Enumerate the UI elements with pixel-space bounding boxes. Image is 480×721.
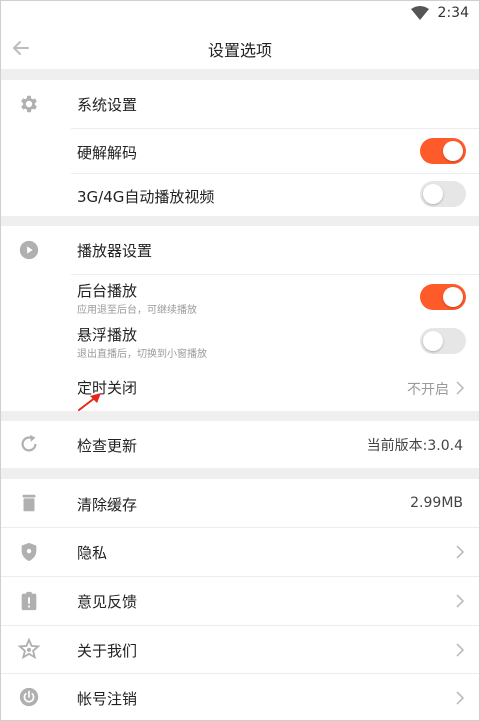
status-time: 2:34 [437,5,469,21]
feedback-label: 意见反馈 [77,593,138,611]
cache-size-value: 2.99MB [410,495,463,511]
trash-icon [22,494,36,512]
about-us-label: 关于我们 [77,642,138,660]
background-play-desc: 应用退至后台，可继续播放 [77,305,197,316]
refresh-icon [21,434,37,452]
settings-screen: 2:34 设置选项 系统设置 硬解解码 3G/4G自动播放视频 播放器设置 后台 [0,0,480,721]
status-bar: 2:34 [1,1,479,27]
section-gap [1,411,479,421]
toggle-knob [443,287,463,307]
feedback-clipboard-icon [21,591,37,611]
check-update-row[interactable]: 检查更新 当前版本:3.0.4 [1,421,479,468]
privacy-row[interactable]: 隐私 [1,528,479,576]
float-play-label: 悬浮播放 [77,326,138,344]
auto-play-toggle[interactable] [420,181,466,207]
float-play-desc: 退出直播后，切换到小窗播放 [77,349,207,360]
app-bar: 设置选项 [1,27,479,69]
chevron-right-icon [456,381,465,395]
play-circle-icon [19,240,39,260]
clear-cache-row[interactable]: 清除缓存 2.99MB [1,479,479,527]
shield-icon [21,542,37,562]
background-play-label: 后台播放 [77,282,138,300]
about-us-row[interactable]: 关于我们 [1,626,479,673]
toggle-knob [423,184,443,204]
account-cancel-label: 帐号注销 [77,690,138,708]
auto-play-label: 3G/4G自动播放视频 [77,188,215,206]
account-cancel-row[interactable]: 帐号注销 [1,674,479,720]
timer-close-value: 不开启 [407,382,449,398]
toggle-knob [443,141,463,161]
chevron-right-icon [456,545,465,559]
power-icon [19,687,39,707]
timer-close-row[interactable]: 定时关闭 不开启 [1,365,479,411]
chevron-right-icon [456,643,465,657]
toggle-knob [423,331,443,351]
player-settings-header: 播放器设置 [1,226,479,274]
float-play-toggle[interactable] [420,328,466,354]
wifi-icon [411,6,429,20]
system-settings-header: 系统设置 [1,80,479,128]
section-gap [1,468,479,479]
player-settings-title: 播放器设置 [77,242,153,260]
page-title: 设置选项 [207,41,272,60]
hardware-decode-toggle[interactable] [420,138,466,164]
background-play-toggle[interactable] [420,284,466,310]
auto-play-row: 3G/4G自动播放视频 [1,174,479,216]
chevron-right-icon [456,691,465,705]
star-badge-icon [18,638,40,660]
system-settings-title: 系统设置 [77,96,138,114]
hardware-decode-row: 硬解解码 [1,129,479,173]
feedback-row[interactable]: 意见反馈 [1,577,479,625]
clear-cache-label: 清除缓存 [77,496,138,514]
section-gap [1,216,479,226]
float-play-row: 悬浮播放 退出直播后，切换到小窗播放 [1,319,479,365]
section-gap [1,69,479,80]
privacy-label: 隐私 [77,544,108,562]
chevron-right-icon [456,594,465,608]
hardware-decode-label: 硬解解码 [77,144,138,162]
version-value: 当前版本:3.0.4 [366,438,463,454]
check-update-label: 检查更新 [77,437,138,455]
background-play-row: 后台播放 应用退至后台，可继续播放 [1,275,479,319]
gear-icon [21,95,37,113]
annotation-arrow-icon [78,393,101,411]
